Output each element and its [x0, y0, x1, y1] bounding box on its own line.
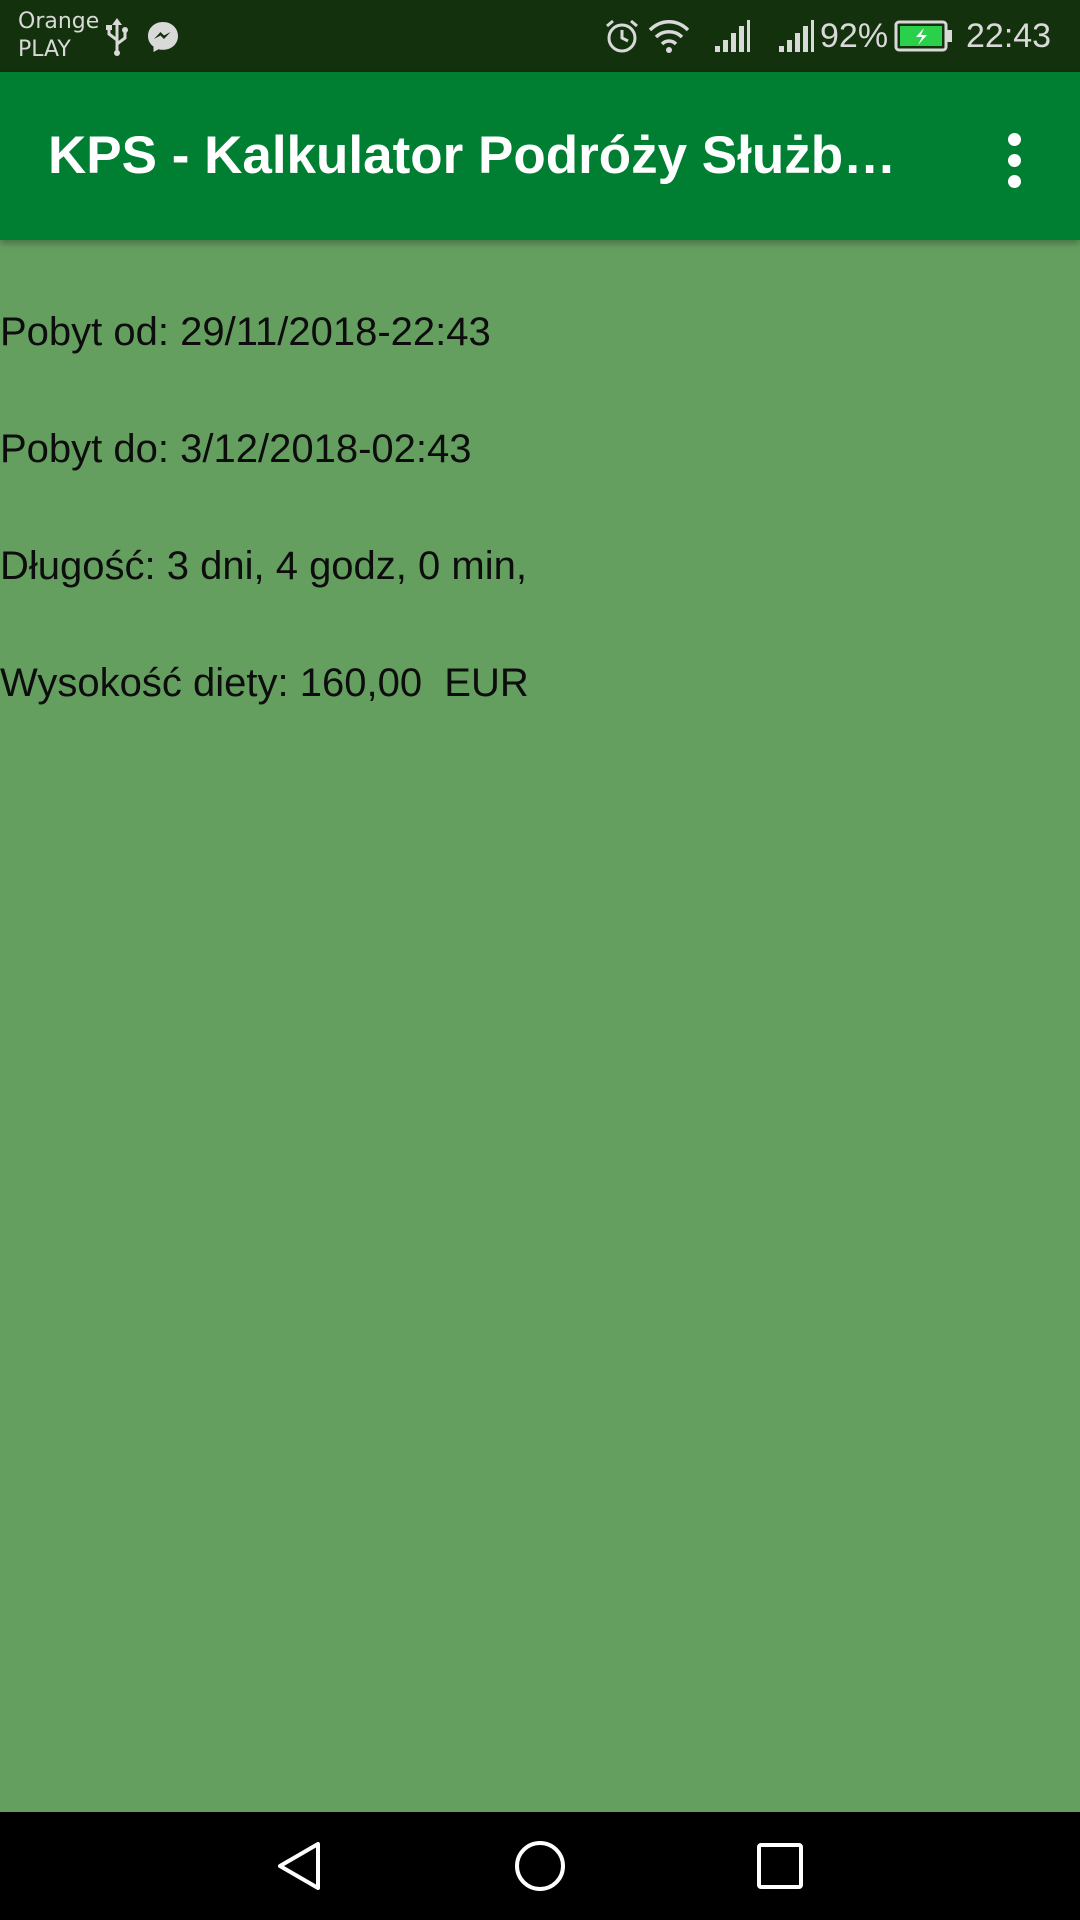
more-vert-icon — [1007, 132, 1021, 146]
back-button[interactable] — [268, 1834, 332, 1898]
more-vert-icon-dot — [1007, 174, 1021, 188]
recents-button[interactable] — [748, 1834, 812, 1898]
navigation-bar — [0, 1812, 1080, 1920]
duration-text: Długość: 3 dni, 4 godz, 0 min, — [0, 544, 527, 588]
status-time: 22:43 — [966, 17, 1052, 55]
alarm-icon — [604, 18, 640, 54]
messenger-icon — [146, 20, 180, 54]
signal-icon — [714, 20, 750, 54]
status-bar: Orange PLAY 92% 22:43 — [0, 0, 1080, 72]
battery-charging-icon — [894, 20, 954, 52]
carrier-network: PLAY — [18, 37, 71, 62]
stay-to-text: Pobyt do: 3/12/2018-02:43 — [0, 427, 472, 471]
allowance-text: Wysokość diety: 160,00 EUR — [0, 661, 529, 705]
signal-icon — [778, 20, 814, 54]
battery-percent: 92% — [820, 17, 889, 55]
stay-from-text: Pobyt od: 29/11/2018-22:43 — [0, 310, 491, 354]
home-button[interactable] — [508, 1834, 572, 1898]
usb-icon — [104, 18, 130, 56]
app-bar: KPS - Kalkulator Podróży Służb… — [0, 72, 1080, 240]
more-options-button[interactable] — [990, 128, 1038, 192]
app-title: KPS - Kalkulator Podróży Służb… — [48, 126, 897, 185]
recents-icon — [757, 1843, 803, 1889]
more-vert-icon-dot — [1007, 153, 1021, 167]
carrier-name: Orange — [18, 9, 100, 34]
wifi-icon — [648, 18, 690, 54]
home-icon — [515, 1841, 565, 1891]
back-icon — [278, 1842, 320, 1890]
carrier-label: Orange PLAY — [18, 8, 99, 64]
